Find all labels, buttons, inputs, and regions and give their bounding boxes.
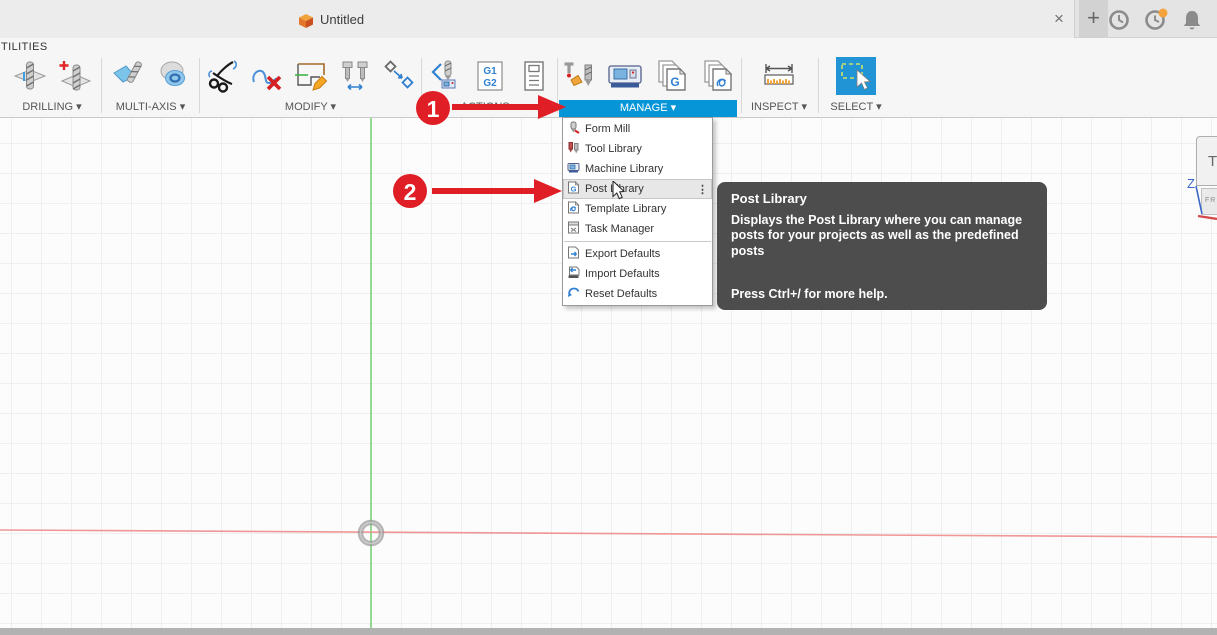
viewcube-axis-lines	[1195, 185, 1217, 221]
menu-item-import-defaults[interactable]: Import Defaults	[563, 264, 712, 284]
manage-dropdown-menu: Form Mill Tool Library Machine Library G…	[562, 117, 713, 306]
menu-item-post-library[interactable]: G Post Library ⋮	[563, 179, 712, 199]
reset-defaults-icon	[567, 286, 580, 302]
export-defaults-icon	[567, 246, 580, 262]
menu-separator	[564, 241, 711, 242]
menu-item-reset-defaults[interactable]: Reset Defaults	[563, 284, 712, 304]
tooltip-title: Post Library	[731, 191, 807, 206]
menu-item-form-mill[interactable]: Form Mill	[563, 119, 712, 139]
task-manager-icon	[567, 221, 580, 237]
tooltip-body: Displays the Post Library where you can …	[731, 213, 1023, 258]
fusion-app-window: Untitled × + TILITIES DRILLING ▾ MULTI-A…	[0, 0, 1217, 635]
menu-item-export-defaults[interactable]: Export Defaults	[563, 244, 712, 264]
template-library-icon	[567, 201, 580, 217]
machine-library-icon	[567, 161, 580, 177]
menu-item-template-library[interactable]: Template Library	[563, 199, 712, 219]
menu-item-tool-library[interactable]: Tool Library	[563, 139, 712, 159]
post-library-tooltip: Post Library Displays the Post Library w…	[717, 182, 1047, 310]
tool-library-icon	[567, 141, 580, 157]
tooltip-footer: Press Ctrl+/ for more help.	[731, 287, 888, 301]
menu-item-machine-library[interactable]: Machine Library	[563, 159, 712, 179]
post-library-more-indicator[interactable]: ⋮	[697, 183, 708, 196]
svg-text:G: G	[571, 185, 577, 194]
menu-item-task-manager[interactable]: Task Manager	[563, 219, 712, 239]
form-mill-icon	[567, 121, 580, 137]
post-library-icon: G	[567, 181, 580, 197]
mouse-cursor-icon	[612, 179, 626, 206]
import-defaults-icon	[567, 266, 580, 282]
